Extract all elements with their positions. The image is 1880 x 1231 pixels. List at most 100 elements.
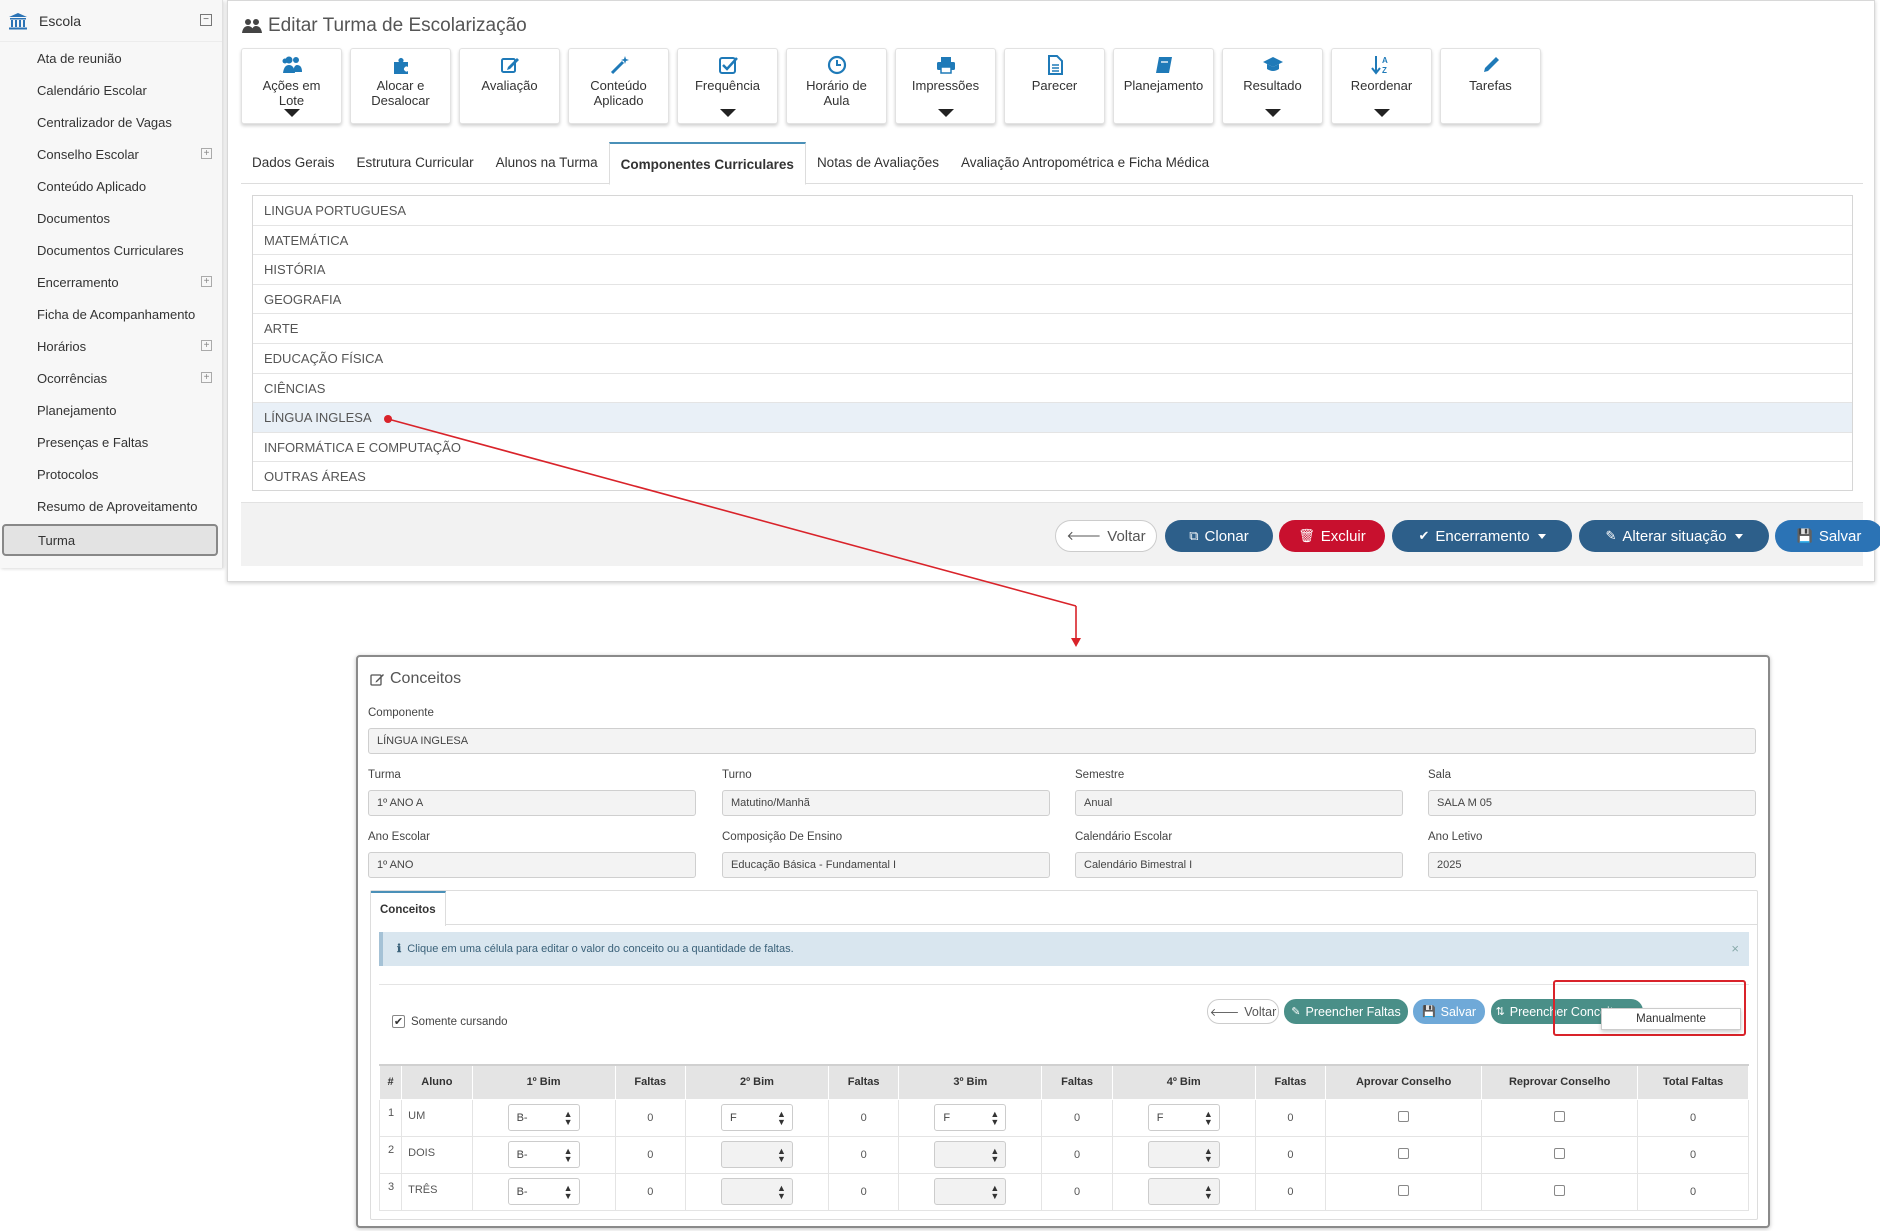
sidebar-item[interactable]: Ficha de Acompanhamento: [0, 298, 222, 330]
change-status-button[interactable]: ✎ Alterar situação: [1579, 520, 1769, 552]
absences-cell[interactable]: 0: [614, 1098, 686, 1137]
tab[interactable]: Avaliação Antropométrica e Ficha Médica: [950, 142, 1220, 184]
component-row[interactable]: CIÊNCIAS: [253, 374, 1852, 404]
component-row[interactable]: LÍNGUA INGLESA: [253, 403, 1852, 433]
concept-select[interactable]: F ▲ ▼: [934, 1104, 1007, 1131]
concept-cell[interactable]: B- ▲ ▼: [471, 1098, 616, 1137]
component-row[interactable]: OUTRAS ÁREAS: [253, 462, 1852, 492]
closing-button[interactable]: ✔ Encerramento: [1392, 520, 1572, 552]
absences-cell[interactable]: 0: [1041, 1135, 1113, 1174]
sidebar-item[interactable]: Resumo de Aproveitamento: [0, 490, 222, 522]
concept-select[interactable]: B- ▲ ▼: [507, 1141, 580, 1168]
expand-icon[interactable]: +: [201, 148, 212, 159]
toolbar-button[interactable]: A Z Reordenar: [1331, 48, 1432, 124]
absences-cell[interactable]: 0: [1041, 1098, 1113, 1137]
toolbar-button[interactable]: Frequência: [677, 48, 778, 124]
concept-select[interactable]: ▲ ▼: [720, 1178, 793, 1205]
sidebar-item[interactable]: Ocorrências +: [0, 362, 222, 394]
tab[interactable]: Estrutura Curricular: [346, 142, 485, 184]
sidebar-item[interactable]: Encerramento +: [0, 266, 222, 298]
reject-checkbox[interactable]: [1554, 1147, 1566, 1159]
close-icon[interactable]: ×: [1731, 932, 1739, 966]
concept-select[interactable]: B- ▲ ▼: [507, 1104, 580, 1131]
absences-cell[interactable]: 0: [1254, 1098, 1327, 1137]
reject-checkbox[interactable]: [1554, 1184, 1566, 1196]
concept-select[interactable]: ▲ ▼: [934, 1178, 1007, 1205]
concept-select[interactable]: ▲ ▼: [720, 1141, 793, 1168]
concept-cell[interactable]: ▲ ▼: [684, 1172, 829, 1211]
absences-cell[interactable]: 0: [1041, 1172, 1113, 1211]
tab-concepts[interactable]: Conceitos: [371, 891, 446, 926]
clone-button[interactable]: ⧉ Clonar: [1165, 520, 1273, 552]
absences-cell[interactable]: 0: [827, 1098, 900, 1137]
approve-checkbox[interactable]: [1398, 1147, 1410, 1159]
absences-cell[interactable]: 0: [1254, 1172, 1327, 1211]
sidebar-item[interactable]: Protocolos: [0, 458, 222, 490]
save-button[interactable]: 💾 Salvar: [1413, 999, 1485, 1024]
collapse-icon[interactable]: −: [200, 14, 212, 26]
toolbar-button[interactable]: Conteúdo Aplicado: [568, 48, 669, 124]
concept-cell[interactable]: ▲ ▼: [898, 1135, 1043, 1174]
component-row[interactable]: GEOGRAFIA: [253, 285, 1852, 315]
toolbar-button[interactable]: Alocar e Desalocar: [350, 48, 451, 124]
tab[interactable]: Componentes Curriculares: [608, 142, 806, 185]
sidebar-item[interactable]: Documentos Curriculares: [0, 234, 222, 266]
back-button[interactable]: 🡐 Voltar: [1055, 520, 1157, 552]
sidebar-item[interactable]: Turma: [2, 524, 218, 556]
toolbar-button[interactable]: Avaliação: [459, 48, 560, 124]
reject-checkbox[interactable]: [1554, 1110, 1566, 1122]
concept-cell[interactable]: B- ▲ ▼: [471, 1172, 616, 1211]
absences-cell[interactable]: 0: [614, 1172, 686, 1211]
expand-icon[interactable]: +: [201, 276, 212, 287]
concept-select[interactable]: ▲ ▼: [934, 1141, 1007, 1168]
toolbar-button[interactable]: Impressões: [895, 48, 996, 124]
component-row[interactable]: EDUCAÇÃO FÍSICA: [253, 344, 1852, 374]
concept-select[interactable]: B- ▲ ▼: [507, 1178, 580, 1205]
concept-select[interactable]: ▲ ▼: [1147, 1141, 1220, 1168]
component-row[interactable]: ARTE: [253, 314, 1852, 344]
concept-cell[interactable]: F ▲ ▼: [684, 1098, 829, 1137]
concept-select[interactable]: F ▲ ▼: [1147, 1104, 1220, 1131]
toolbar-button[interactable]: Tarefas: [1440, 48, 1541, 124]
concept-select[interactable]: ▲ ▼: [1147, 1178, 1220, 1205]
save-button[interactable]: 💾 Salvar: [1775, 520, 1880, 552]
concept-select[interactable]: F ▲ ▼: [720, 1104, 793, 1131]
sidebar-item[interactable]: Calendário Escolar: [0, 74, 222, 106]
only-enrolled-toggle[interactable]: ✔ Somente cursando: [392, 1015, 508, 1028]
concept-cell[interactable]: ▲ ▼: [898, 1172, 1043, 1211]
toolbar-button[interactable]: Parecer: [1004, 48, 1105, 124]
absences-cell[interactable]: 0: [614, 1135, 686, 1174]
sidebar-item[interactable]: Planejamento: [0, 394, 222, 426]
toolbar-button[interactable]: Horário de Aula: [786, 48, 887, 124]
approve-checkbox[interactable]: [1398, 1110, 1410, 1122]
tab[interactable]: Notas de Avaliações: [806, 142, 950, 184]
sidebar-item[interactable]: Horários +: [0, 330, 222, 362]
sidebar-item[interactable]: Centralizador de Vagas: [0, 106, 222, 138]
back-button[interactable]: 🡐 Voltar: [1207, 999, 1279, 1024]
tab[interactable]: Dados Gerais: [241, 142, 346, 184]
sidebar-item[interactable]: Conselho Escolar +: [0, 138, 222, 170]
checkbox-checked[interactable]: ✔: [392, 1015, 405, 1028]
component-row[interactable]: MATEMÁTICA: [253, 226, 1852, 256]
component-row[interactable]: HISTÓRIA: [253, 255, 1852, 285]
concept-cell[interactable]: F ▲ ▼: [1111, 1098, 1256, 1137]
sidebar-header[interactable]: Escola −: [0, 0, 222, 42]
sidebar-item[interactable]: Documentos: [0, 202, 222, 234]
delete-button[interactable]: 🗑 Excluir: [1279, 520, 1385, 552]
tab[interactable]: Alunos na Turma: [485, 142, 609, 184]
expand-icon[interactable]: +: [201, 372, 212, 383]
fill-absences-button[interactable]: ✎ Preencher Faltas: [1284, 999, 1408, 1024]
concept-cell[interactable]: F ▲ ▼: [898, 1098, 1043, 1137]
concept-cell[interactable]: ▲ ▼: [1111, 1135, 1256, 1174]
sidebar-item[interactable]: Presenças e Faltas: [0, 426, 222, 458]
absences-cell[interactable]: 0: [827, 1135, 900, 1174]
expand-icon[interactable]: +: [201, 340, 212, 351]
toolbar-button[interactable]: Planejamento: [1113, 48, 1214, 124]
toolbar-button[interactable]: Resultado: [1222, 48, 1323, 124]
absences-cell[interactable]: 0: [1254, 1135, 1327, 1174]
sidebar-item[interactable]: Ata de reunião: [0, 42, 222, 74]
sidebar-item[interactable]: Conteúdo Aplicado: [0, 170, 222, 202]
concept-cell[interactable]: B- ▲ ▼: [471, 1135, 616, 1174]
approve-checkbox[interactable]: [1398, 1184, 1410, 1196]
toolbar-button[interactable]: Ações em Lote: [241, 48, 342, 124]
